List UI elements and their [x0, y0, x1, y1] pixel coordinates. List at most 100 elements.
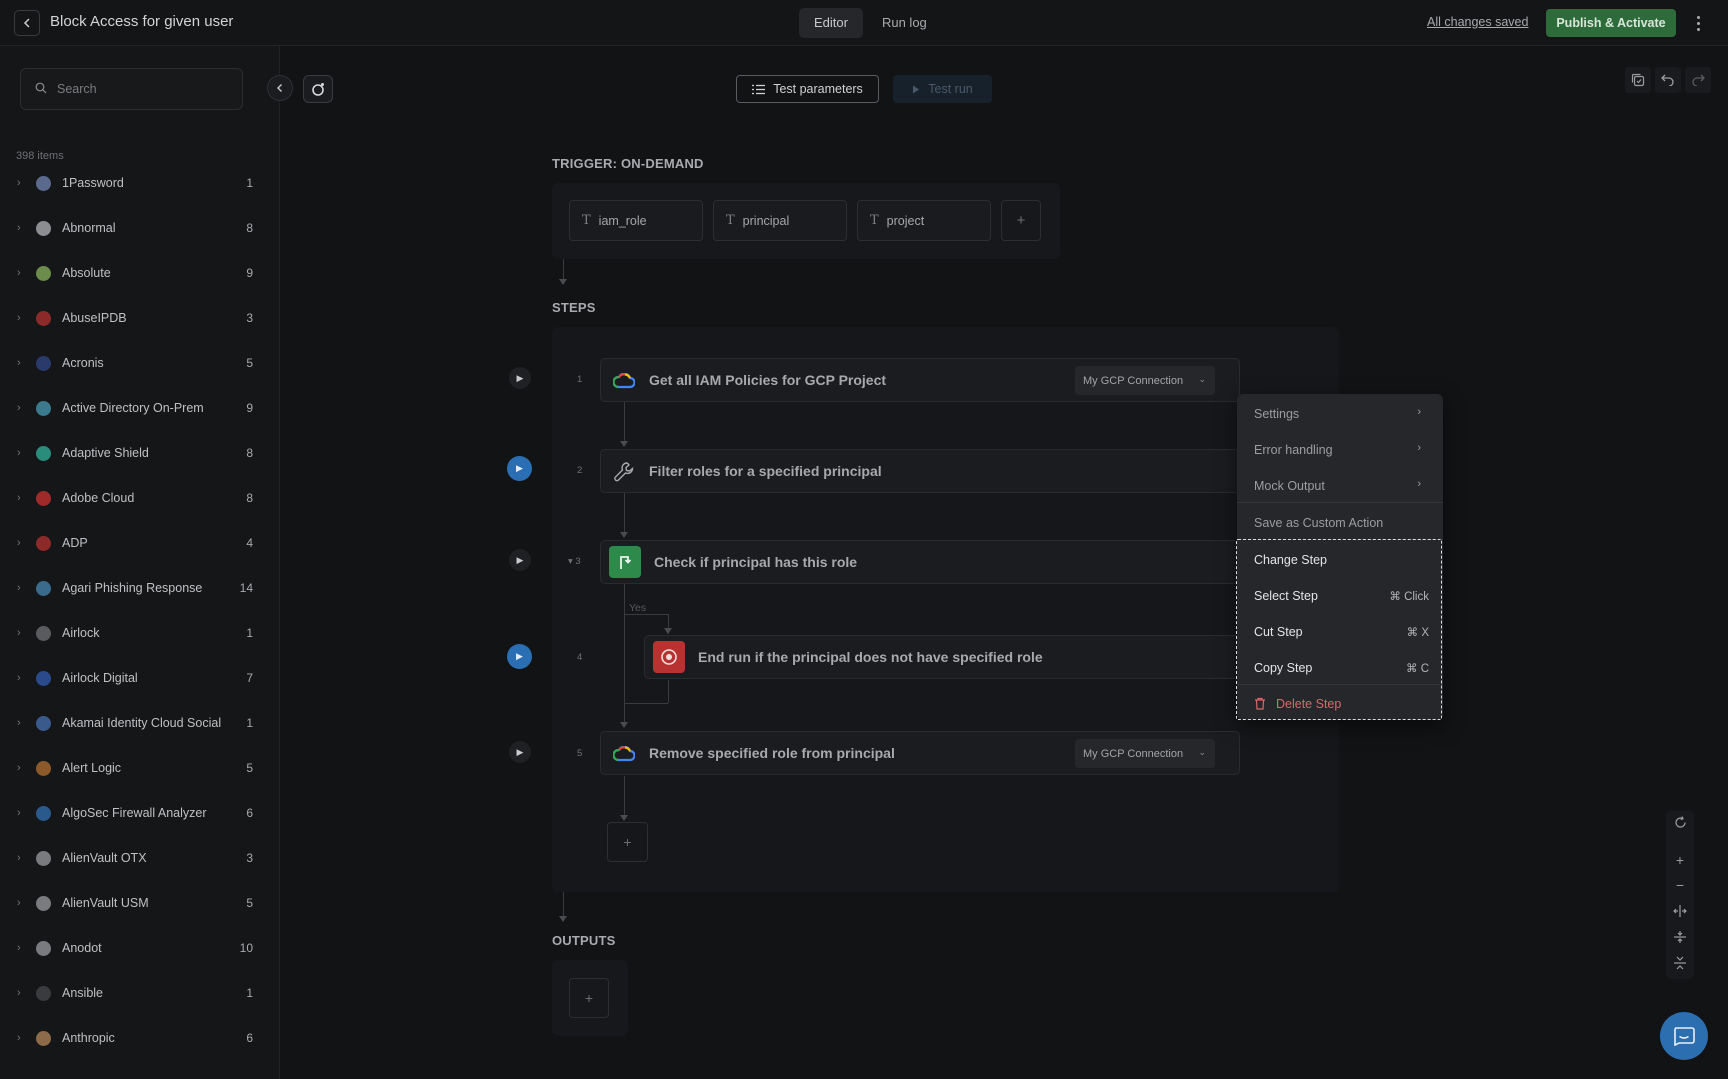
- param-principal[interactable]: Tprincipal: [713, 200, 847, 241]
- chevron-right-icon[interactable]: ›: [17, 222, 27, 234]
- chevron-right-icon[interactable]: ›: [17, 942, 27, 954]
- wrench-icon: [611, 459, 636, 484]
- param-project[interactable]: Tproject: [857, 200, 991, 241]
- step-2-card[interactable]: Filter roles for a specified principal: [600, 449, 1240, 493]
- menu-item-mock-output[interactable]: Mock Output ›: [1237, 468, 1443, 504]
- test-parameters-button[interactable]: Test parameters: [736, 75, 879, 103]
- copy-workflow-button[interactable]: [1625, 67, 1651, 93]
- add-output-button[interactable]: +: [569, 978, 609, 1018]
- action-count: 6: [246, 1031, 253, 1045]
- list-icon: [752, 84, 766, 94]
- connection-select[interactable]: My GCP Connection ⌄: [1075, 366, 1215, 395]
- add-parameter-button[interactable]: +: [1001, 200, 1041, 241]
- connector-arrow: [559, 279, 567, 285]
- list-item[interactable]: › Airlock 1: [0, 611, 279, 656]
- redo-button[interactable]: [1685, 67, 1711, 93]
- chevron-right-icon[interactable]: ›: [17, 582, 27, 594]
- chevron-right-icon[interactable]: ›: [17, 627, 27, 639]
- chevron-right-icon[interactable]: ›: [17, 447, 27, 459]
- tab-editor[interactable]: Editor: [799, 8, 863, 38]
- run-step-3-button[interactable]: ▶: [509, 549, 531, 571]
- integration-name: 1Password: [62, 176, 124, 190]
- list-item[interactable]: › AlienVault USM 5: [0, 881, 279, 926]
- list-item[interactable]: › Anodot 10: [0, 926, 279, 971]
- list-item[interactable]: › Absolute 9: [0, 251, 279, 296]
- list-item[interactable]: › AlienVault OTX 3: [0, 836, 279, 881]
- top-bar: Block Access for given user Editor Run l…: [0, 0, 1728, 46]
- reset-view-button[interactable]: [1666, 811, 1694, 833]
- list-item[interactable]: › Acronis 5: [0, 341, 279, 386]
- collapse-sidebar-button[interactable]: [267, 75, 293, 101]
- param-iam-role[interactable]: Tiam_role: [569, 200, 703, 241]
- param-name: project: [886, 213, 925, 228]
- chevron-right-icon[interactable]: ›: [17, 267, 27, 279]
- fit-height-button[interactable]: [1666, 926, 1694, 948]
- chevron-right-icon[interactable]: ›: [17, 177, 27, 189]
- chevron-right-icon[interactable]: ›: [17, 852, 27, 864]
- run-step-2-button[interactable]: ▶: [507, 456, 532, 481]
- integration-logo-icon: [36, 626, 51, 641]
- chevron-right-icon[interactable]: ›: [17, 1032, 27, 1044]
- list-item[interactable]: › AlgoSec Firewall Analyzer 6: [0, 791, 279, 836]
- list-item[interactable]: › Adobe Cloud 8: [0, 476, 279, 521]
- step-5-card[interactable]: Remove specified role from principal My …: [600, 731, 1240, 775]
- chevron-right-icon[interactable]: ›: [17, 987, 27, 999]
- list-item[interactable]: › Airlock Digital 7: [0, 656, 279, 701]
- list-item[interactable]: › Ansible 1: [0, 971, 279, 1016]
- test-run-button[interactable]: Test run: [893, 75, 992, 103]
- list-item[interactable]: › Agari Phishing Response 14: [0, 566, 279, 611]
- action-count: 5: [246, 896, 253, 910]
- publish-activate-button[interactable]: Publish & Activate: [1546, 9, 1676, 37]
- more-options-icon[interactable]: [1690, 11, 1706, 35]
- zoom-in-button[interactable]: +: [1666, 849, 1694, 871]
- step-title: Get all IAM Policies for GCP Project: [649, 372, 887, 388]
- search-box: [20, 68, 243, 110]
- outputs-label: OUTPUTS: [552, 933, 616, 948]
- list-item[interactable]: › Alert Logic 5: [0, 746, 279, 791]
- menu-item-save-custom-action[interactable]: Save as Custom Action: [1237, 505, 1443, 541]
- tab-run-log[interactable]: Run log: [867, 8, 942, 38]
- list-item[interactable]: › Abnormal 8: [0, 206, 279, 251]
- integration-logo-icon: [36, 536, 51, 551]
- chevron-right-icon[interactable]: ›: [17, 402, 27, 414]
- chevron-right-icon[interactable]: ›: [17, 762, 27, 774]
- list-item[interactable]: › Active Directory On-Prem 9: [0, 386, 279, 431]
- fit-width-button[interactable]: [1666, 900, 1694, 922]
- run-step-1-button[interactable]: ▶: [509, 367, 531, 389]
- add-step-button[interactable]: +: [607, 822, 648, 862]
- step-3-card[interactable]: Check if principal has this role: [600, 540, 1240, 584]
- support-chat-button[interactable]: [1660, 1012, 1708, 1060]
- chevron-down-icon: ⌄: [1198, 374, 1206, 384]
- list-item[interactable]: › 1Password 1: [0, 161, 279, 206]
- chevron-right-icon[interactable]: ›: [17, 672, 27, 684]
- ai-assistant-button[interactable]: [303, 75, 333, 103]
- chevron-right-icon[interactable]: ›: [17, 897, 27, 909]
- save-status-link[interactable]: All changes saved: [1427, 15, 1528, 29]
- canvas-tools: [1625, 67, 1711, 93]
- chevron-right-icon[interactable]: ›: [17, 717, 27, 729]
- plus-icon: +: [1016, 212, 1026, 229]
- search-input[interactable]: [57, 79, 227, 99]
- zoom-out-button[interactable]: −: [1666, 874, 1694, 896]
- chevron-right-icon[interactable]: ›: [17, 312, 27, 324]
- step-4-card[interactable]: End run if the principal does not have s…: [644, 635, 1240, 679]
- list-item[interactable]: › AbuseIPDB 3: [0, 296, 279, 341]
- menu-item-error-handling[interactable]: Error handling ›: [1237, 432, 1443, 468]
- list-item[interactable]: › Adaptive Shield 8: [0, 431, 279, 476]
- list-item[interactable]: › Akamai Identity Cloud Social 1: [0, 701, 279, 746]
- back-button[interactable]: [14, 10, 40, 36]
- menu-item-settings[interactable]: Settings ›: [1237, 396, 1443, 432]
- list-item[interactable]: › Anthropic 6: [0, 1016, 279, 1061]
- collapse-all-button[interactable]: [1666, 952, 1694, 974]
- chevron-right-icon[interactable]: ›: [17, 357, 27, 369]
- chevron-right-icon[interactable]: ›: [17, 492, 27, 504]
- step-number: 2: [577, 465, 583, 476]
- connection-select[interactable]: My GCP Connection ⌄: [1075, 739, 1215, 768]
- run-step-5-button[interactable]: ▶: [509, 741, 531, 763]
- list-item[interactable]: › ADP 4: [0, 521, 279, 566]
- chevron-right-icon[interactable]: ›: [17, 537, 27, 549]
- step-1-card[interactable]: Get all IAM Policies for GCP Project My …: [600, 358, 1240, 402]
- chevron-right-icon[interactable]: ›: [17, 807, 27, 819]
- undo-button[interactable]: [1655, 67, 1681, 93]
- run-step-4-button[interactable]: ▶: [507, 644, 532, 669]
